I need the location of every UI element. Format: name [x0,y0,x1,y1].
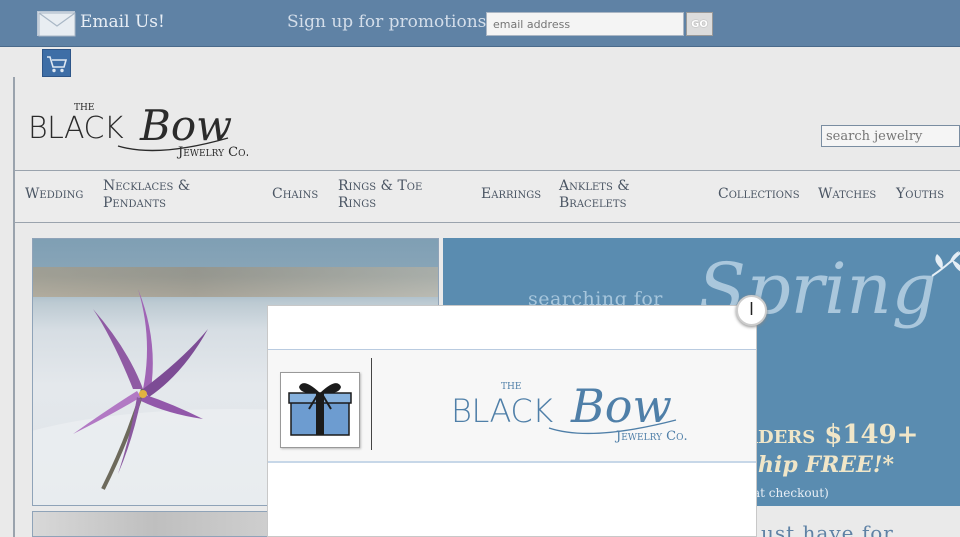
nav-label-line2: Pendants [103,195,166,211]
svg-text:THE: THE [501,382,521,392]
svg-text:Bow: Bow [139,101,232,150]
shopping-cart-icon[interactable] [42,49,71,77]
gift-box-icon [280,372,360,448]
banner-orders-text: rders $149+ [743,420,919,450]
go-button[interactable]: GO [686,12,713,36]
modal-close-button[interactable]: l [736,295,767,326]
nav-label-line2: Bracelets [559,195,627,211]
modal-header-band: THE BLACK Bow Jewelry Co. [268,349,756,463]
promo-modal: THE BLACK Bow Jewelry Co. [267,305,757,537]
nav-item-youths[interactable]: Youths [896,186,944,203]
search-jewelry-input[interactable] [821,125,960,147]
nav-label: Wedding [25,186,84,202]
nav-label: Anklets & [559,178,630,194]
svg-text:BLACK: BLACK [28,111,124,146]
nav-item-wedding[interactable]: Wedding [25,186,83,203]
nav-item-chains[interactable]: Chains [272,186,318,203]
banner-checkout-text: at checkout) [753,486,829,500]
content-border [13,223,15,537]
svg-text:BLACK: BLACK [451,392,553,430]
leaf-icon [931,251,960,277]
envelope-icon[interactable] [37,11,76,37]
banner-ship-free-text: hip FREE!* [758,452,894,478]
modal-divider [371,358,372,450]
promo-bar: Email Us! Sign up for promotions GO [0,0,960,47]
black-bow-logo[interactable]: THE BLACK Bow Jewelry Co. [28,86,250,160]
svg-text:Jewelry Co.: Jewelry Co. [614,429,688,444]
main-nav: Wedding Necklaces & Pendants Chains Ring… [13,170,960,223]
nav-label: Rings & Toe [338,178,423,194]
promo-signup-label: Sign up for promotions [287,12,487,32]
secondary-banner-text: ust have for [761,521,894,537]
nav-label: Youths [896,186,945,202]
nav-label: Collections [718,186,800,202]
nav-item-earrings[interactable]: Earrings [481,186,541,203]
email-us-link[interactable]: Email Us! [80,12,165,32]
promo-email-input[interactable] [486,12,684,36]
nav-item-rings-toe-rings[interactable]: Rings & Toe Rings [338,178,422,212]
nav-label-line2: Rings [338,195,377,211]
nav-item-watches[interactable]: Watches [818,186,876,203]
nav-label: Earrings [481,186,542,202]
nav-label: Chains [272,186,319,202]
modal-black-bow-logo: THE BLACK Bow Jewelry Co. [451,364,697,444]
nav-label: Necklaces & [103,178,191,194]
nav-item-collections[interactable]: Collections [718,186,800,203]
nav-item-anklets-bracelets[interactable]: Anklets & Bracelets [559,178,630,212]
nav-item-necklaces-pendants[interactable]: Necklaces & Pendants [103,178,190,212]
nav-label: Watches [818,186,877,202]
